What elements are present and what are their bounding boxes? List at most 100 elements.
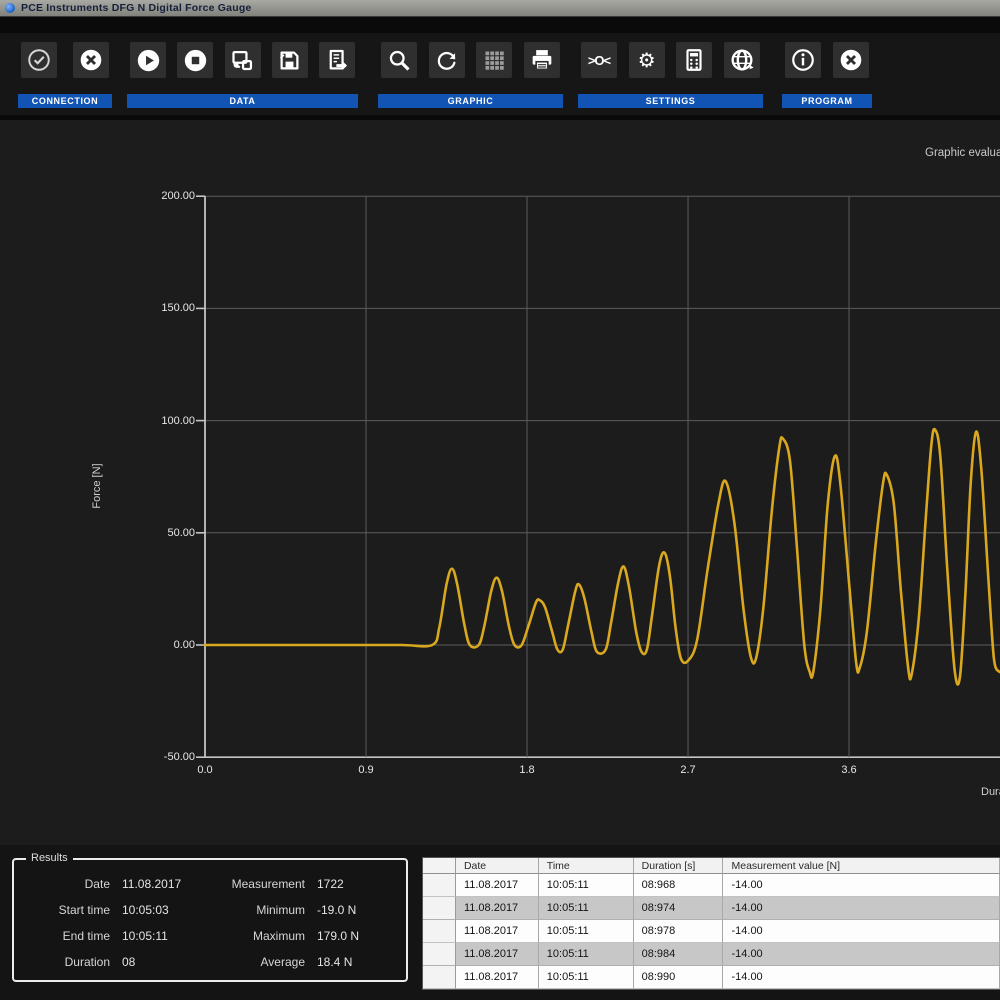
calculator-icon xyxy=(681,47,707,73)
save-data-button[interactable] xyxy=(271,42,308,78)
table-cell: 08:984 xyxy=(633,943,724,966)
y-axis-label: Force [N] xyxy=(91,463,103,509)
table-cell: 08:968 xyxy=(633,874,724,897)
calculator-button[interactable] xyxy=(676,42,713,78)
stop-circle-icon xyxy=(182,47,209,74)
result-value: 08 xyxy=(122,955,136,969)
row-header-gutter[interactable] xyxy=(423,874,456,897)
print-button[interactable] xyxy=(523,42,560,78)
tare-zero-icon: >O< xyxy=(587,52,611,68)
info-button[interactable] xyxy=(785,42,821,78)
result-value: 18.4 N xyxy=(317,955,353,969)
result-label: Duration xyxy=(64,955,110,969)
refresh-arrows-icon xyxy=(433,47,460,74)
start-measurement-button[interactable] xyxy=(130,42,166,78)
row-header-gutter[interactable] xyxy=(423,943,456,966)
grid-button[interactable] xyxy=(476,42,513,78)
row-header-gutter xyxy=(423,858,456,874)
column-header[interactable]: Duration [s] xyxy=(633,858,724,874)
printer-icon xyxy=(528,46,556,74)
y-tick-label: 150.00 xyxy=(161,302,195,315)
table-row[interactable]: 11.08.2017 10:05:11 08:968 -14.00 xyxy=(423,874,1000,897)
column-header[interactable]: Time xyxy=(538,858,634,874)
results-groupbox: Results Date 11.08.2017 Measurement 1722 Sta… xyxy=(12,852,408,982)
table-cell: 10:05:11 xyxy=(538,897,634,920)
column-header[interactable]: Measurement value [N] xyxy=(723,858,1000,874)
x-circle-icon xyxy=(838,47,864,73)
table-cell: -14.00 xyxy=(723,920,1000,943)
globe-icon xyxy=(728,46,756,74)
table-cell: 10:05:11 xyxy=(538,943,634,966)
table-cell: 11.08.2017 xyxy=(455,943,539,966)
language-button[interactable] xyxy=(723,42,760,78)
toolbar-group-graphic: GRAPHIC xyxy=(378,33,563,115)
export-data-button[interactable] xyxy=(319,42,355,78)
y-tick-label: 100.00 xyxy=(161,414,195,427)
chart-area: Graphic evaluation Force [N] Duration [s… xyxy=(0,120,1000,845)
tare-zero-button[interactable]: >O< xyxy=(581,42,617,78)
result-value: 10:05:03 xyxy=(122,903,169,917)
result-value: 179.0 N xyxy=(317,929,360,943)
title-bar[interactable]: PCE Instruments DFG N Digital Force Gaug… xyxy=(0,0,1000,17)
measurement-table: Date Time Duration [s] Measurement value [N… xyxy=(422,857,1000,990)
table-cell: 08:978 xyxy=(633,920,724,943)
table-row[interactable]: 11.08.2017 10:05:11 08:978 -14.00 xyxy=(423,920,1000,943)
row-header-gutter[interactable] xyxy=(423,920,456,943)
check-circle-icon xyxy=(26,47,52,73)
force-chart-plot xyxy=(196,195,1000,759)
result-label: Minimum xyxy=(256,903,305,917)
x-tick-label: 0.0 xyxy=(197,764,213,776)
refresh-button[interactable] xyxy=(428,42,465,78)
table-cell: -14.00 xyxy=(723,897,1000,920)
options-button[interactable]: ⚙ xyxy=(628,42,665,78)
table-row[interactable]: 11.08.2017 10:05:11 08:990 -14.00 xyxy=(423,966,1000,989)
save-floppy-icon xyxy=(276,47,303,74)
toolbar-group-label: SETTINGS xyxy=(578,94,763,108)
disconnect-button[interactable] xyxy=(73,42,109,78)
y-tick-label: 0.00 xyxy=(173,639,195,651)
result-label: Date xyxy=(84,877,110,891)
toolbar-group-connection: CONNECTION xyxy=(18,33,112,115)
toolbar-group-label: PROGRAM xyxy=(782,94,872,108)
table-cell: 11.08.2017 xyxy=(455,920,539,943)
x-tick-label: 2.7 xyxy=(680,764,696,776)
export-document-icon xyxy=(324,47,351,74)
bottom-panel: Results Date 11.08.2017 Measurement 1722 Sta… xyxy=(0,845,1000,1000)
zoom-button[interactable] xyxy=(381,42,417,78)
table-header-row: Date Time Duration [s] Measurement value [N… xyxy=(423,858,1000,874)
grid-icon xyxy=(481,47,508,74)
table-cell: 08:974 xyxy=(633,897,724,920)
table-cell: 11.08.2017 xyxy=(455,897,539,920)
result-label: Maximum xyxy=(252,929,305,943)
x-tick-label: 3.6 xyxy=(841,764,857,776)
table-row[interactable]: 11.08.2017 10:05:11 08:974 -14.00 xyxy=(423,897,1000,920)
y-tick-label: -50.00 xyxy=(163,751,195,764)
results-title: Results xyxy=(26,852,73,864)
result-label: Start time xyxy=(58,903,110,917)
table-cell: -14.00 xyxy=(723,943,1000,966)
table-cell: 10:05:11 xyxy=(538,874,634,897)
table-cell: -14.00 xyxy=(723,966,1000,989)
transfer-data-button[interactable] xyxy=(224,42,261,78)
toolbar-group-data: DATA xyxy=(127,33,358,115)
row-header-gutter[interactable] xyxy=(423,966,456,989)
x-circle-icon xyxy=(78,47,104,73)
connect-button[interactable] xyxy=(21,42,57,78)
x-tick-label: 1.8 xyxy=(519,764,535,776)
stop-measurement-button[interactable] xyxy=(177,42,214,78)
table-row[interactable]: 11.08.2017 10:05:11 08:984 -14.00 xyxy=(423,943,1000,966)
table-cell: -14.00 xyxy=(723,874,1000,897)
transfer-window-icon xyxy=(229,47,256,74)
result-label: Measurement xyxy=(231,877,305,891)
info-circle-icon xyxy=(790,47,816,73)
result-value: 1722 xyxy=(317,877,344,891)
exit-button[interactable] xyxy=(833,42,869,78)
toolbar-group-label: DATA xyxy=(127,94,358,108)
toolbar-group-settings: >O< ⚙ SETTINGS xyxy=(578,33,763,115)
chart-title: Graphic evaluation xyxy=(925,147,1000,159)
app-window: { "window": { "title": "PCE Instruments … xyxy=(0,0,1000,1000)
result-label: End time xyxy=(62,929,110,943)
row-header-gutter[interactable] xyxy=(423,897,456,920)
window-title: PCE Instruments DFG N Digital Force Gaug… xyxy=(21,2,252,14)
column-header[interactable]: Date xyxy=(455,858,539,874)
